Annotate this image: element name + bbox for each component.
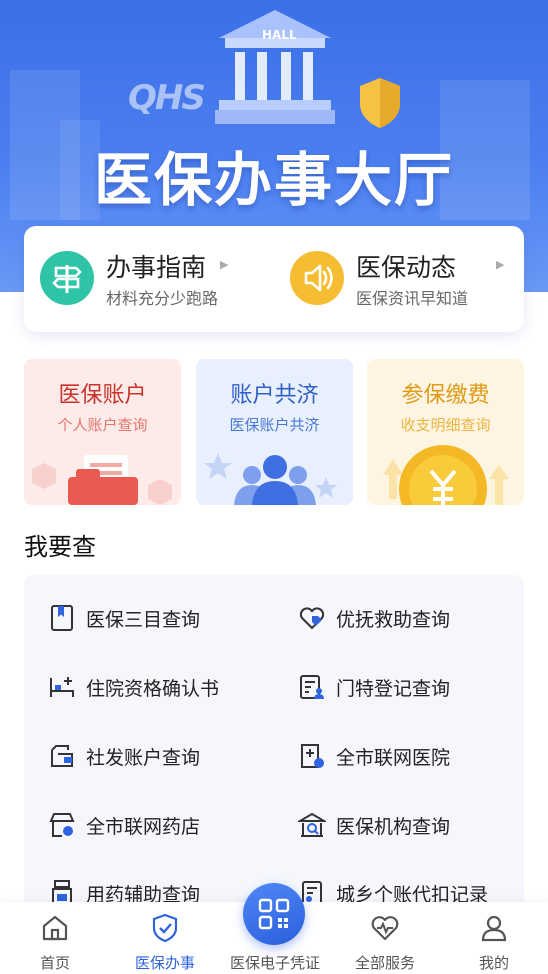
query-item-label: 全市联网医院: [336, 746, 451, 769]
query-item-label: 社发账户查询: [86, 746, 201, 769]
e-voucher-qr-button[interactable]: [243, 883, 305, 945]
tab-label: 全部服务: [354, 954, 415, 972]
query-item-label: 住院资格确认书: [86, 677, 220, 700]
pharmacy-store-icon: [49, 813, 75, 837]
query-item-special-clinic[interactable]: 门特登记查询: [298, 667, 528, 707]
banner-logo: QHS: [128, 78, 206, 118]
query-item-label: 全市联网药店: [86, 815, 201, 838]
mutual-aid-card-subtitle: 医保账户共济: [229, 416, 320, 434]
registration-card-icon: [300, 675, 324, 699]
tab-label: 首页: [39, 954, 70, 972]
query-item-label: 医保机构查询: [336, 815, 451, 838]
payment-card[interactable]: 参保缴费 收支明细查询: [367, 359, 524, 505]
query-item-hospitalization[interactable]: 住院资格确认书: [48, 667, 278, 707]
heart-hand-icon: [299, 607, 325, 630]
institution-search-icon: [298, 812, 326, 837]
heart-pulse-icon: [371, 916, 399, 941]
account-card[interactable]: 医保账户 个人账户查询: [24, 359, 181, 505]
account-card-subtitle: 个人账户查询: [57, 416, 148, 434]
tab-mine[interactable]: 我的: [440, 902, 548, 974]
query-item-label: 优抚救助查询: [336, 608, 451, 631]
query-item-network-hospital[interactable]: 全市联网医院: [298, 736, 528, 776]
news-title: 医保动态: [356, 253, 457, 282]
news-subtitle: 医保资讯早知道: [356, 289, 469, 308]
hall-label: HALL: [262, 28, 297, 42]
tab-label: 医保电子凭证: [229, 954, 320, 972]
speaker-icon: [290, 251, 344, 305]
guide-subtitle: 材料充分少跑路: [106, 289, 219, 308]
query-list: 医保三目查询 优抚救助查询 住院资格确认书 门特登记查询 社发账户查询 全市联网…: [24, 575, 524, 915]
tab-home[interactable]: 首页: [0, 902, 110, 974]
payment-card-subtitle: 收支明细查询: [400, 416, 491, 434]
quick-links-card: 办事指南 ▶ 材料充分少跑路 医保动态 ▶ 医保资讯早知道: [24, 226, 524, 332]
qr-code-icon: [258, 898, 290, 930]
hospital-building-icon: [301, 744, 324, 768]
shield-check-icon: [152, 913, 178, 943]
bookmark-book-icon: [51, 605, 73, 631]
chevron-right-icon: ▶: [220, 258, 229, 271]
query-item-three-catalog[interactable]: 医保三目查询: [48, 598, 278, 638]
tab-label: 医保办事: [134, 954, 195, 972]
banner-title: 医保办事大厅: [93, 146, 454, 214]
account-card-title: 医保账户: [58, 383, 147, 408]
query-item-label: 门特登记查询: [336, 677, 451, 700]
section-title: 我要查: [24, 533, 96, 561]
query-item-network-pharmacy[interactable]: 全市联网药店: [48, 805, 278, 845]
mutual-aid-card[interactable]: 账户共济 医保账户共济: [196, 359, 353, 505]
user-icon: [481, 915, 507, 942]
wallet-icon: [51, 745, 73, 767]
guide-title: 办事指南: [106, 253, 207, 282]
chevron-right-icon: ▶: [496, 258, 505, 271]
hospital-bed-icon: [50, 677, 74, 697]
tab-all-services[interactable]: 全部服务: [330, 902, 440, 974]
query-item-institution[interactable]: 医保机构查询: [298, 805, 528, 845]
query-item-social-account[interactable]: 社发账户查询: [48, 736, 278, 776]
news-link[interactable]: 医保动态 ▶ 医保资讯早知道: [274, 226, 524, 332]
query-item-relief[interactable]: 优抚救助查询: [298, 598, 528, 638]
mutual-aid-card-title: 账户共济: [230, 383, 319, 408]
shield-icon: [360, 78, 400, 128]
signpost-icon: [40, 251, 94, 305]
query-item-label: 医保三目查询: [86, 608, 201, 631]
guide-link[interactable]: 办事指南 ▶ 材料充分少跑路: [24, 226, 274, 332]
tab-insurance-affairs[interactable]: 医保办事: [110, 902, 220, 974]
home-icon: [42, 915, 68, 941]
hall-building-icon: [215, 10, 335, 124]
payment-card-title: 参保缴费: [401, 383, 490, 408]
tab-label: 我的: [478, 954, 509, 972]
